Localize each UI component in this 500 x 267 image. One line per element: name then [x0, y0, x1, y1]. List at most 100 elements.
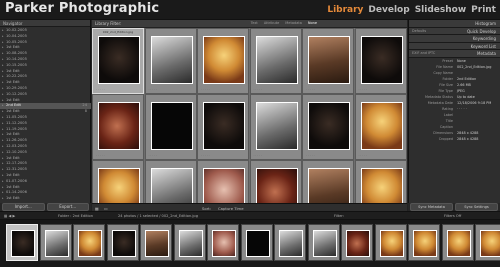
photo-thumbnail[interactable]: [150, 36, 193, 84]
filmstrip-thumbnail[interactable]: [173, 224, 206, 261]
export-button[interactable]: Export...: [46, 203, 89, 211]
photo-thumbnail[interactable]: [78, 230, 102, 257]
filmstrip-thumbnail[interactable]: [73, 224, 105, 261]
module-develop[interactable]: Develop: [368, 5, 409, 15]
sync-metadata-button[interactable]: Sync Metadata: [410, 203, 453, 211]
filmstrip-thumbnail[interactable]: [307, 224, 340, 261]
photo-thumbnail[interactable]: [98, 102, 140, 150]
navigator-header[interactable]: Navigator: [0, 20, 90, 27]
photo-thumbnail[interactable]: [255, 168, 298, 203]
photo-thumbnail[interactable]: [150, 168, 193, 203]
photo-thumbnail[interactable]: [480, 230, 500, 257]
photo-thumbnail[interactable]: [379, 230, 404, 257]
filmstrip-thumbnail[interactable]: [39, 224, 72, 261]
thumbnail-cell[interactable]: · · · · ·: [302, 160, 354, 203]
photo-thumbnail[interactable]: [413, 230, 437, 257]
module-library[interactable]: Library: [327, 5, 363, 15]
filmstrip-thumbnail[interactable]: [374, 224, 407, 261]
thumbnail-cell[interactable]: · · · · ·: [354, 28, 407, 94]
filmstrip-thumbnail[interactable]: [475, 224, 500, 261]
filmstrip-thumbnail[interactable]: [106, 224, 139, 261]
thumbnail-cell[interactable]: · · · · ·: [302, 94, 354, 160]
filmstrip-thumbnail[interactable]: [240, 224, 273, 261]
keyword-list-header[interactable]: Keyword List: [409, 42, 500, 51]
thumbnail-cell[interactable]: · · · · ·: [144, 28, 197, 94]
module-print[interactable]: Print: [471, 5, 496, 15]
photo-thumbnail[interactable]: [203, 36, 245, 84]
photo-thumbnail[interactable]: [178, 230, 203, 257]
filmstrip-filter-select[interactable]: Filters Off: [444, 214, 461, 218]
filter-tab-metadata[interactable]: Metadata: [285, 21, 302, 25]
sync-settings-button[interactable]: Sync Settings: [455, 203, 498, 211]
thumbnail-cell[interactable]: · · · · ·: [92, 94, 144, 160]
thumbnail-cell[interactable]: · · · · ·: [197, 28, 249, 94]
filter-tab-text[interactable]: Text: [251, 21, 258, 25]
folder-row[interactable]: ▸ 1st Edit: [0, 196, 91, 202]
keywording-header[interactable]: Keywording: [409, 35, 500, 43]
photo-thumbnail[interactable]: [308, 102, 350, 150]
photo-thumbnail[interactable]: [255, 102, 298, 150]
filter-tab-attribute[interactable]: Attribute: [264, 21, 279, 25]
photo-thumbnail[interactable]: [312, 230, 337, 257]
thumbnail-cell[interactable]: · · · · ·: [249, 28, 302, 94]
rating-dots[interactable]: · · · · ·: [149, 153, 158, 157]
filmstrip-thumbnail[interactable]: [408, 224, 440, 261]
rating-dots[interactable]: · · · · ·: [96, 153, 105, 157]
thumbnail-cell[interactable]: · · · · ·: [197, 160, 249, 203]
thumbnail-cell[interactable]: · · · · ·: [302, 28, 354, 94]
filmstrip-thumbnail[interactable]: [207, 224, 239, 261]
photo-thumbnail[interactable]: [98, 168, 140, 203]
rating-dots[interactable]: · · · · ·: [254, 153, 263, 157]
import-button[interactable]: Import...: [2, 203, 45, 211]
photo-thumbnail[interactable]: [245, 230, 270, 257]
metadata-row[interactable]: Cropped 2848 x 4288: [409, 136, 500, 142]
photo-thumbnail[interactable]: [360, 102, 403, 150]
thumbnail-cell[interactable]: · · · · ·: [354, 94, 407, 160]
filmstrip-grid-icon[interactable]: ▦ ◀ ▶: [4, 214, 15, 218]
thumbnail-cell[interactable]: 002_2nd_Edition.jpg · · · · ·: [92, 28, 144, 94]
quick-develop-header[interactable]: Defaults Quick Develop: [409, 27, 500, 36]
filmstrip-source[interactable]: Folder : 2nd Edition: [58, 214, 93, 218]
photo-thumbnail[interactable]: [279, 230, 303, 257]
rating-dots[interactable]: · · · · ·: [306, 153, 315, 157]
photo-thumbnail[interactable]: [346, 230, 370, 257]
filmstrip-thumbnail[interactable]: [274, 224, 306, 261]
thumbnail-cell[interactable]: · · · · ·: [197, 94, 249, 160]
photo-thumbnail[interactable]: [145, 230, 169, 257]
rating-dots[interactable]: · · · · ·: [359, 87, 368, 91]
disclosure-triangle-icon[interactable]: ▸: [2, 196, 4, 202]
photo-thumbnail[interactable]: [203, 102, 245, 150]
photo-thumbnail[interactable]: [446, 230, 471, 257]
thumbnail-cell[interactable]: · · · · ·: [92, 160, 144, 203]
photo-thumbnail[interactable]: [308, 36, 350, 84]
filter-tab-none[interactable]: None: [308, 21, 317, 25]
filmstrip-thumbnail[interactable]: [441, 224, 474, 261]
photo-thumbnail[interactable]: [111, 230, 136, 257]
module-slideshow[interactable]: Slideshow: [415, 5, 466, 15]
thumbnail-cell[interactable]: · · · · ·: [354, 160, 407, 203]
photo-thumbnail[interactable]: [212, 230, 236, 257]
photo-thumbnail[interactable]: [255, 36, 298, 84]
photo-thumbnail[interactable]: [360, 36, 403, 84]
rating-dots[interactable]: · · · · ·: [306, 87, 315, 91]
rating-dots[interactable]: · · · · ·: [149, 87, 158, 91]
rating-dots[interactable]: · · · · ·: [254, 87, 263, 91]
thumbnail-cell[interactable]: · · · · ·: [249, 160, 302, 203]
photo-thumbnail[interactable]: [203, 168, 245, 203]
rating-dots[interactable]: · · · · ·: [201, 153, 210, 157]
metadata-header[interactable]: EXIF and IPTC Metadata: [409, 50, 500, 58]
photo-thumbnail[interactable]: [308, 168, 350, 203]
thumbnail-cell[interactable]: · · · · ·: [249, 94, 302, 160]
photo-thumbnail[interactable]: [44, 230, 69, 257]
rating-dots[interactable]: · · · · ·: [96, 87, 105, 91]
filmstrip-thumbnail[interactable]: [6, 224, 38, 261]
rating-dots[interactable]: · · · · ·: [201, 87, 210, 91]
photo-thumbnail[interactable]: [98, 36, 140, 84]
photo-thumbnail[interactable]: [360, 168, 403, 203]
photo-thumbnail[interactable]: [150, 102, 193, 150]
thumbnail-cell[interactable]: · · · · ·: [144, 94, 197, 160]
rating-dots[interactable]: · · · · ·: [359, 153, 368, 157]
photo-thumbnail[interactable]: [11, 230, 35, 257]
filmstrip-thumbnail[interactable]: [140, 224, 172, 261]
histogram-header[interactable]: Histogram: [409, 20, 500, 28]
